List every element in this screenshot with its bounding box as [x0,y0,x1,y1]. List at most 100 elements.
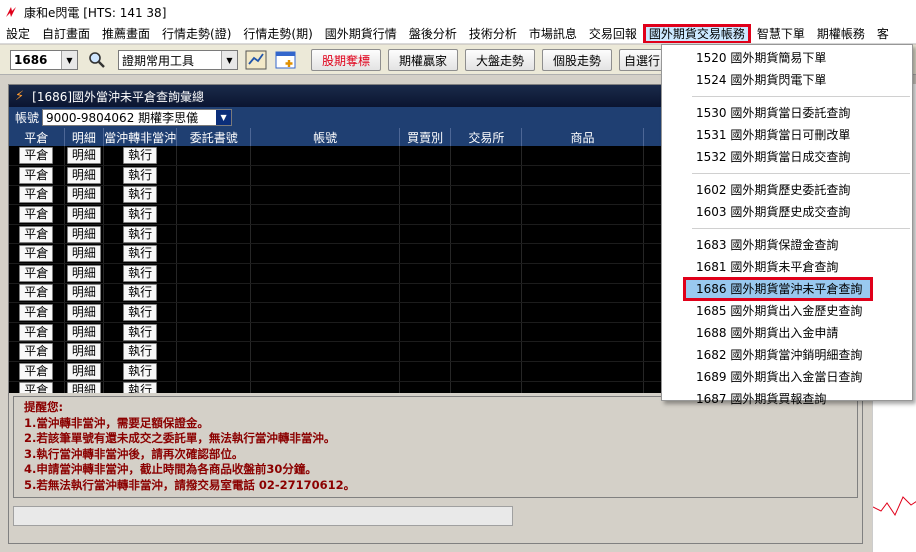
close-button[interactable]: 平倉 [19,245,54,263]
table-cell: 明細 [64,243,105,265]
menu-item-1689[interactable]: 1689 國外期貨出入金當日查詢 [662,366,912,388]
execute-button[interactable]: 執行 [123,382,158,393]
menu-recommended-screen[interactable]: 推薦畫面 [96,24,156,43]
menu-trade-reports[interactable]: 交易回報 [583,24,643,43]
table-cell: 執行 [103,204,178,225]
chevron-down-icon[interactable]: ▼ [61,51,77,69]
execute-button[interactable]: 執行 [123,323,158,341]
menu-item-1686-highlighted[interactable]: 1686 國外期貨當沖未平倉查詢 [683,277,873,301]
col-header-account[interactable]: 帳號 [250,128,400,146]
table-cell [521,322,644,343]
execute-button[interactable]: 執行 [123,284,158,302]
menu-item-1688[interactable]: 1688 國外期貨出入金申請 [662,322,912,344]
detail-button[interactable]: 明細 [66,225,101,243]
col-header-order-no[interactable]: 委託書號 [176,128,252,146]
table-cell [176,322,252,343]
menu-item-1524[interactable]: 1524 國外期貨閃電下單 [662,69,912,91]
detail-button[interactable]: 明細 [66,166,101,184]
table-cell: 平倉 [9,224,65,245]
col-header-side[interactable]: 買賣別 [399,128,452,146]
close-button[interactable]: 平倉 [19,323,54,341]
watchlist-button[interactable]: 自選行 [619,49,665,71]
col-header-convert[interactable]: 當沖轉非當沖 [103,128,178,146]
menu-customer[interactable]: 客 [871,24,895,43]
table-cell [450,204,523,225]
account-select[interactable]: 9000-9804062 期權李思儀 ▼ [42,109,233,126]
detail-button[interactable]: 明細 [66,206,101,224]
close-button[interactable]: 平倉 [19,206,54,224]
detail-button[interactable]: 明細 [66,147,101,165]
detail-button[interactable]: 明細 [66,284,101,302]
menu-separator [692,173,910,174]
close-button[interactable]: 平倉 [19,343,54,361]
execute-button[interactable]: 執行 [123,166,158,184]
col-header-exchange[interactable]: 交易所 [450,128,523,146]
menu-technical-analysis[interactable]: 技術分析 [463,24,523,43]
col-header-close[interactable]: 平倉 [9,128,65,146]
menu-item-1603[interactable]: 1603 國外期貨歷史成交查詢 [662,201,912,223]
menu-after-hours-analysis[interactable]: 盤後分析 [403,24,463,43]
col-header-product[interactable]: 商品 [521,128,644,146]
detail-button[interactable]: 明細 [66,264,101,282]
close-button[interactable]: 平倉 [19,225,54,243]
menu-item-1682[interactable]: 1682 國外期貨當沖銷明細查詢 [662,344,912,366]
menu-foreign-futures-accounts[interactable]: 國外期貨交易帳務 [642,24,751,43]
close-button[interactable]: 平倉 [19,304,54,322]
detail-button[interactable]: 明細 [66,245,101,263]
menu-item-1681[interactable]: 1681 國外期貨未平倉查詢 [662,256,912,278]
table-cell: 明細 [64,322,105,343]
reminder-line: 5.若無法執行當沖轉非當沖，請撥交易室電話 02-27170612。 [24,477,356,492]
menu-item-1530[interactable]: 1530 國外期貨當日委託查詢 [662,102,912,124]
close-button[interactable]: 平倉 [19,264,54,282]
menu-options-accounts[interactable]: 期權帳務 [811,24,871,43]
add-window-icon[interactable] [274,49,298,71]
close-button[interactable]: 平倉 [19,166,54,184]
chevron-down-icon[interactable]: ▼ [221,51,237,69]
execute-button[interactable]: 執行 [123,362,158,380]
close-button[interactable]: 平倉 [19,284,54,302]
stock-code-combo[interactable]: 1686 ▼ [10,50,78,70]
table-cell [399,204,452,225]
market-trend-button[interactable]: 大盤走勢 [465,49,535,71]
execute-button[interactable]: 執行 [123,225,158,243]
detail-button[interactable]: 明細 [66,323,101,341]
execute-button[interactable]: 執行 [123,186,158,204]
options-winner-button[interactable]: 期權贏家 [388,49,458,71]
execute-button[interactable]: 執行 [123,147,158,165]
chevron-down-icon[interactable]: ▼ [216,110,232,125]
execute-button[interactable]: 執行 [123,245,158,263]
close-button[interactable]: 平倉 [19,186,54,204]
detail-button[interactable]: 明細 [66,382,101,393]
menu-foreign-futures-quotes[interactable]: 國外期貨行情 [319,24,403,43]
menu-item-1520[interactable]: 1520 國外期貨簡易下單 [662,47,912,69]
menu-quotes-securities[interactable]: 行情走勢(證) [156,24,237,43]
detail-button[interactable]: 明細 [66,304,101,322]
stock-trend-button[interactable]: 個股走勢 [542,49,612,71]
menu-item-1531[interactable]: 1531 國外期貨當日可刪改單 [662,124,912,146]
menu-quotes-futures[interactable]: 行情走勢(期) [237,24,318,43]
detail-button[interactable]: 明細 [66,343,101,361]
execute-button[interactable]: 執行 [123,264,158,282]
close-button[interactable]: 平倉 [19,147,54,165]
search-icon[interactable] [85,49,109,71]
menu-item-1685[interactable]: 1685 國外期貨出入金歷史查詢 [662,300,912,322]
close-button[interactable]: 平倉 [19,382,54,393]
menu-settings[interactable]: 設定 [0,24,36,43]
execute-button[interactable]: 執行 [123,343,158,361]
chart-tool-icon[interactable] [244,49,268,71]
menu-item-1687[interactable]: 1687 國外期貨買報查詢 [662,388,912,410]
menu-smart-order[interactable]: 智慧下單 [751,24,811,43]
detail-button[interactable]: 明細 [66,186,101,204]
execute-button[interactable]: 執行 [123,206,158,224]
menu-item-1532[interactable]: 1532 國外期貨當日成交查詢 [662,146,912,168]
futures-winner-button[interactable]: 股期奪標 [311,49,381,71]
close-button[interactable]: 平倉 [19,362,54,380]
menu-item-1602[interactable]: 1602 國外期貨歷史委託查詢 [662,179,912,201]
col-header-detail[interactable]: 明細 [64,128,105,146]
detail-button[interactable]: 明細 [66,362,101,380]
menu-custom-screen[interactable]: 自訂畫面 [36,24,96,43]
menu-item-1683[interactable]: 1683 國外期貨保證金查詢 [662,234,912,256]
menu-market-news[interactable]: 市場訊息 [523,24,583,43]
execute-button[interactable]: 執行 [123,304,158,322]
tool-select[interactable]: 證期常用工具 ▼ [118,50,238,70]
